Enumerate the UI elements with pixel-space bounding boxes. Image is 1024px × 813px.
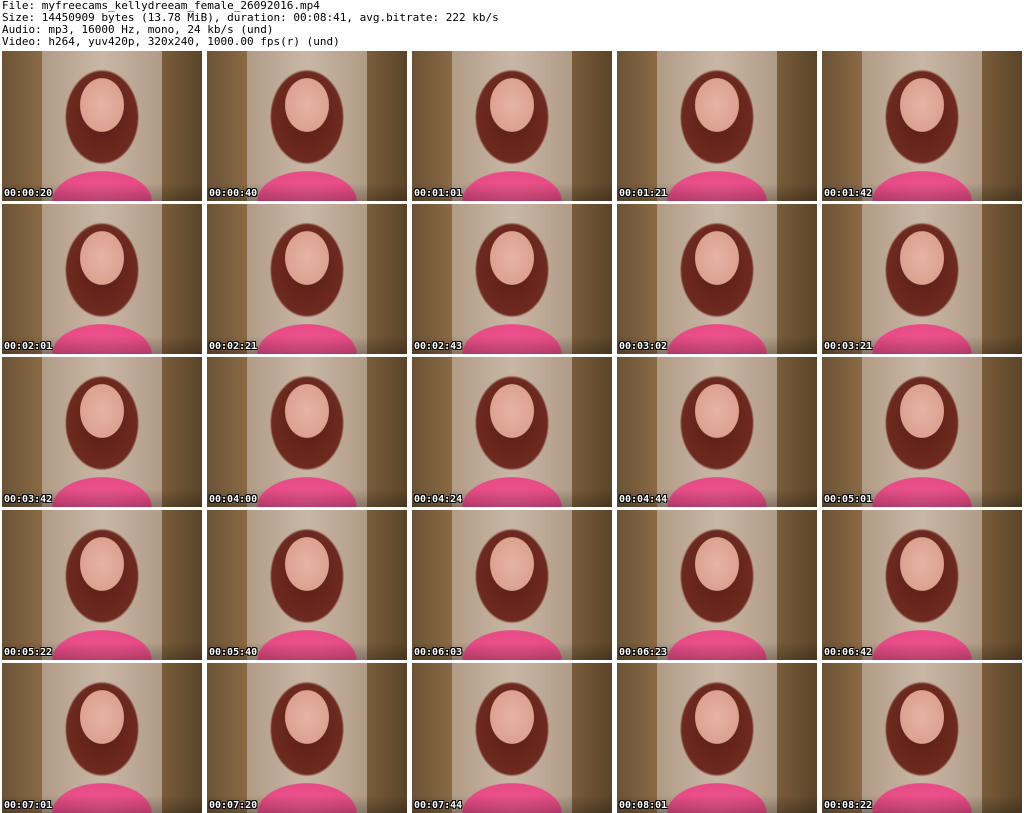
thumbnail: 00:03:21 bbox=[822, 204, 1022, 354]
thumbnail: 00:06:42 bbox=[822, 510, 1022, 660]
thumbnail-timestamp: 00:07:01 bbox=[4, 800, 53, 811]
thumbnail-timestamp: 00:07:44 bbox=[414, 800, 463, 811]
thumbnail: 00:01:42 bbox=[822, 51, 1022, 201]
thumbnail-grid: 00:00:20 00:00:40 00:01:01 00:01:21 00:0… bbox=[2, 51, 1022, 813]
thumbnail-timestamp: 00:03:02 bbox=[619, 341, 668, 352]
file-name-line: File: myfreecams_kellydreeam_female_2609… bbox=[2, 0, 320, 12]
thumbnail: 00:05:22 bbox=[2, 510, 202, 660]
thumbnail: 00:06:23 bbox=[617, 510, 817, 660]
thumbnail: 00:03:02 bbox=[617, 204, 817, 354]
thumbnail: 00:05:01 bbox=[822, 357, 1022, 507]
thumbnail-timestamp: 00:06:23 bbox=[619, 647, 668, 658]
thumbnail-timestamp: 00:00:20 bbox=[4, 188, 53, 199]
thumbnail: 00:02:43 bbox=[412, 204, 612, 354]
thumbnail: 00:00:20 bbox=[2, 51, 202, 201]
thumbnail-timestamp: 00:08:22 bbox=[824, 800, 873, 811]
thumbnail-timestamp: 00:04:24 bbox=[414, 494, 463, 505]
thumbnail-timestamp: 00:00:40 bbox=[209, 188, 258, 199]
thumbnail: 00:04:00 bbox=[207, 357, 407, 507]
thumbnail: 00:04:44 bbox=[617, 357, 817, 507]
thumbnail-timestamp: 00:06:03 bbox=[414, 647, 463, 658]
thumbnail-timestamp: 00:03:42 bbox=[4, 494, 53, 505]
thumbnail: 00:02:21 bbox=[207, 204, 407, 354]
video-info-line: Video: h264, yuv420p, 320x240, 1000.00 f… bbox=[2, 36, 340, 48]
thumbnail: 00:07:44 bbox=[412, 663, 612, 813]
thumbnail: 00:06:03 bbox=[412, 510, 612, 660]
thumbnail: 00:01:01 bbox=[412, 51, 612, 201]
thumbnail-timestamp: 00:02:21 bbox=[209, 341, 258, 352]
thumbnail: 00:03:42 bbox=[2, 357, 202, 507]
audio-info-line: Audio: mp3, 16000 Hz, mono, 24 kb/s (und… bbox=[2, 24, 274, 36]
thumbnail-timestamp: 00:07:20 bbox=[209, 800, 258, 811]
thumbnail: 00:02:01 bbox=[2, 204, 202, 354]
thumbnail-timestamp: 00:04:00 bbox=[209, 494, 258, 505]
thumbnail-timestamp: 00:04:44 bbox=[619, 494, 668, 505]
thumbnail-timestamp: 00:02:01 bbox=[4, 341, 53, 352]
thumbnail-timestamp: 00:01:21 bbox=[619, 188, 668, 199]
file-size-line: Size: 14450909 bytes (13.78 MiB), durati… bbox=[2, 12, 499, 24]
thumbnail-timestamp: 00:05:40 bbox=[209, 647, 258, 658]
thumbnail-timestamp: 00:08:01 bbox=[619, 800, 668, 811]
thumbnail: 00:07:20 bbox=[207, 663, 407, 813]
thumbnail-timestamp: 00:03:21 bbox=[824, 341, 873, 352]
thumbnail: 00:05:40 bbox=[207, 510, 407, 660]
thumbnail: 00:07:01 bbox=[2, 663, 202, 813]
thumbnail-timestamp: 00:01:01 bbox=[414, 188, 463, 199]
media-info-header: File: myfreecams_kellydreeam_female_2609… bbox=[2, 0, 1022, 50]
thumbnail-timestamp: 00:06:42 bbox=[824, 647, 873, 658]
thumbnail: 00:01:21 bbox=[617, 51, 817, 201]
thumbnail: 00:00:40 bbox=[207, 51, 407, 201]
thumbnail-timestamp: 00:05:01 bbox=[824, 494, 873, 505]
thumbnail-timestamp: 00:05:22 bbox=[4, 647, 53, 658]
thumbnail: 00:08:22 bbox=[822, 663, 1022, 813]
thumbnail: 00:08:01 bbox=[617, 663, 817, 813]
thumbnail-timestamp: 00:02:43 bbox=[414, 341, 463, 352]
thumbnail-timestamp: 00:01:42 bbox=[824, 188, 873, 199]
thumbnail: 00:04:24 bbox=[412, 357, 612, 507]
